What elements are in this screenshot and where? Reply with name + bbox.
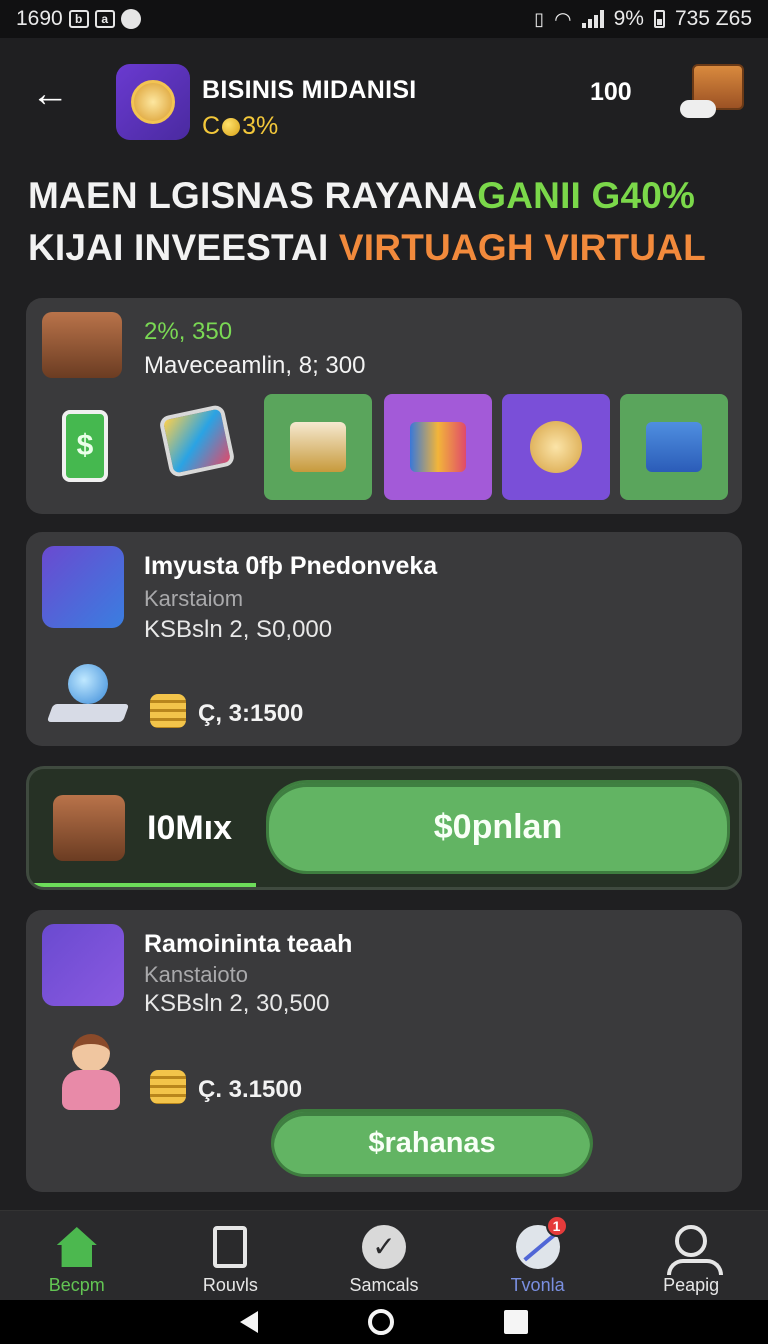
card2-coin-value: Ç, 3:1500 <box>198 700 304 727</box>
headline-line1-white: MAEN LGISNAS RAYANA <box>28 175 478 216</box>
headline-line2-orange: VIRTUAGH VIRTUAL <box>338 227 706 268</box>
notification-icon: b <box>68 10 89 28</box>
asset-tile-files[interactable] <box>384 394 492 500</box>
header-percentage: C 3% <box>202 112 278 141</box>
coin-count: 100 <box>590 78 632 106</box>
home-circle-icon[interactable] <box>368 1309 394 1335</box>
app-notification-icon: a <box>94 10 115 28</box>
nav-tvonla[interactable]: 1 Tvonla <box>461 1211 615 1300</box>
card2-detail: KSBsln 2, S0,000 <box>144 616 333 643</box>
investment-card[interactable]: Imyusta 0fþ Pnedonveka Karstaiom KSBsln … <box>26 532 742 746</box>
nav-reports[interactable]: Rouvls <box>154 1211 308 1300</box>
home-icon <box>56 1227 97 1267</box>
nav-profile[interactable]: Peapig <box>614 1211 768 1300</box>
business-medal-icon <box>116 64 190 140</box>
nav-reports-label: Rouvls <box>202 1275 258 1295</box>
asset-tile-boxes[interactable] <box>620 394 728 500</box>
app-header: ← BISINIS MIDANISI C 3% 100 <box>0 58 768 148</box>
card3-title: Ramoininta teaah <box>144 930 353 958</box>
wifi-icon: ◠ <box>554 8 572 31</box>
card3-detail: KSBsln 2, 30,500 <box>144 990 330 1017</box>
check-icon: ✓ <box>361 1225 406 1269</box>
briefcase-icon <box>42 312 122 378</box>
recents-square-icon[interactable] <box>504 1310 528 1334</box>
document-icon <box>213 1226 248 1268</box>
coin-stack-icon-2 <box>150 1070 186 1104</box>
asset-tile-books[interactable] <box>264 394 372 500</box>
nav-tvonla-label: Tvonla <box>510 1275 565 1295</box>
coin-icon <box>222 117 241 136</box>
promo-progress-bar <box>29 883 257 887</box>
purchase-button[interactable]: $rahanas <box>274 1112 590 1174</box>
globe-device-icon <box>46 664 130 726</box>
gift-box-icon <box>53 795 125 861</box>
notification-badge: 1 <box>545 1215 568 1237</box>
vibrate-icon: ▯ <box>534 8 545 29</box>
status-bar: 1690 b a ▯ ◠ 9% 735 Z65 <box>0 0 768 38</box>
character-girl-icon <box>54 1034 128 1114</box>
promo-headline: MAEN LGISNAS RAYANAGANII G40% KIJAI INVE… <box>28 170 748 274</box>
signal-icon <box>581 10 604 28</box>
treasure-chest-icon[interactable] <box>680 60 750 118</box>
nav-home-label: Becpm <box>48 1275 105 1295</box>
nav-home[interactable]: Becpm <box>0 1211 154 1300</box>
headline-line1-green: GANII G40% <box>477 175 696 216</box>
back-triangle-icon[interactable] <box>240 1311 258 1333</box>
sync-icon <box>120 9 141 29</box>
status-clock: 735 Z65 <box>674 7 752 30</box>
paint-tool-icon[interactable] <box>158 403 236 479</box>
currency-letter: C <box>202 112 221 140</box>
headline-line2-white: KIJAI INVEESTAI <box>28 227 339 268</box>
card1-detail: Maveceamlin, 8; 300 <box>144 352 366 379</box>
phone-money-icon[interactable]: $ <box>62 410 108 482</box>
card3-subtitle: Kanstaioto <box>144 962 248 987</box>
card2-subtitle: Karstaiom <box>144 586 244 611</box>
portfolio-card[interactable]: 2%, 350 Maveceamlin, 8; 300 $ <box>26 298 742 514</box>
workspace-icon <box>42 546 124 628</box>
status-time: 1690 <box>16 7 63 30</box>
battery-icon <box>653 10 665 28</box>
system-navigation-bar <box>0 1300 768 1344</box>
header-title: BISINIS MIDANISI <box>202 76 417 104</box>
bottom-navigation: Becpm Rouvls ✓ Samcals 1 Tvonla Peapig <box>0 1210 768 1300</box>
asset-tile-medal[interactable] <box>502 394 610 500</box>
percentage-value: 3% <box>242 112 279 140</box>
open-plan-button[interactable]: $0pnlan <box>269 783 727 871</box>
nav-profile-label: Peapig <box>663 1275 720 1295</box>
nav-samples-label: Samcals <box>349 1275 419 1295</box>
card3-coin-value: Ç. 3.1500 <box>198 1076 303 1103</box>
nav-samples[interactable]: ✓ Samcals <box>307 1211 461 1300</box>
card1-rate: 2%, 350 <box>144 318 233 345</box>
card2-title: Imyusta 0fþ Pnedonveka <box>144 552 438 580</box>
back-arrow-icon[interactable]: ← <box>30 73 70 115</box>
character-card[interactable]: Ramoininta teaah Kanstaioto KSBsln 2, 30… <box>26 910 742 1192</box>
battery-percent: 9% <box>613 7 644 30</box>
promo-label: I0Mıx <box>147 809 233 847</box>
character-avatar-icon <box>42 924 124 1006</box>
promo-strip[interactable]: I0Mıx $0pnlan <box>26 766 742 890</box>
coin-stack-icon <box>150 694 186 728</box>
profile-icon <box>667 1225 724 1275</box>
